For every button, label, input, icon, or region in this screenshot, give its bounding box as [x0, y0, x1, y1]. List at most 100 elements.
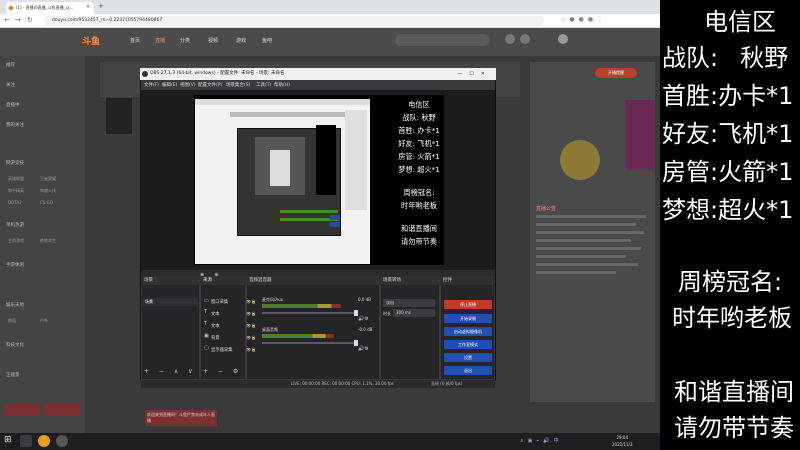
- sidebar-button[interactable]: [4, 404, 40, 416]
- visibility-eye-icon[interactable]: 👁🔒: [246, 347, 256, 352]
- source-item[interactable]: 显示器采集: [211, 347, 232, 353]
- nav-live[interactable]: 直播: [155, 37, 165, 44]
- sidebar-item-netgame[interactable]: 网游竞技: [6, 160, 24, 166]
- source-item[interactable]: 文本: [211, 311, 220, 317]
- sidebar-cell[interactable]: 户外: [40, 318, 48, 324]
- sidebar-item-single[interactable]: 单机热游: [6, 222, 24, 228]
- row-label: 梦想:: [662, 196, 719, 224]
- sidebar-cell[interactable]: 和平精英: [8, 188, 24, 194]
- sidebar-item-entertainment[interactable]: 娱乐天地: [6, 302, 24, 308]
- history-icon[interactable]: [505, 34, 515, 44]
- address-bar[interactable]: douyu.com/9532457_rn=0.22371055794480867: [44, 16, 544, 26]
- source-item[interactable]: 窗口采集: [211, 299, 228, 305]
- sidebar-cell[interactable]: 王者荣耀: [40, 176, 56, 182]
- volume-slider[interactable]: [262, 342, 358, 344]
- forward-arrow-icon[interactable]: →: [15, 16, 21, 24]
- nested-audio-meter: [280, 210, 338, 213]
- windows-start-icon[interactable]: ⊞: [4, 435, 12, 445]
- sidebar-item-positive[interactable]: 正能量: [6, 372, 20, 378]
- canvas-line: 请勿带节奏: [401, 237, 437, 246]
- transitions-dock: [380, 276, 440, 380]
- obs-status-bar: LIVE: 00:00:00 REC: 00:00:00 CPU: 1.1%, …: [141, 380, 495, 388]
- sidebar-item-recommend[interactable]: 推荐: [6, 62, 15, 68]
- menu-edit[interactable]: 编辑(E): [162, 82, 177, 88]
- mixer-channel-value: 0.0 dB: [358, 297, 371, 302]
- menu-tools[interactable]: 工具(T): [256, 82, 271, 88]
- visibility-eye-icon[interactable]: 👁🔒: [246, 323, 256, 328]
- new-tab-button[interactable]: +: [98, 2, 104, 10]
- taskbar-clock[interactable]: 29:04 2021/11/3: [612, 434, 633, 448]
- sidebar-item-tech[interactable]: 科技文化: [6, 342, 24, 348]
- visibility-eye-icon[interactable]: 👁🔒: [246, 311, 256, 316]
- nav-category[interactable]: 分类: [180, 37, 190, 44]
- avatar[interactable]: [558, 34, 568, 44]
- settings-button[interactable]: 设置: [444, 353, 492, 362]
- studio-mode-button[interactable]: 工作室模式: [444, 340, 492, 349]
- overlay-row: 梦想:超火*1: [662, 190, 793, 225]
- duration-input[interactable]: 300 ms: [393, 309, 435, 317]
- mixer-mute-icon[interactable]: 🔊⚙: [358, 316, 369, 322]
- streamer-avatar[interactable]: [106, 98, 132, 134]
- chrome-icon[interactable]: [38, 435, 50, 447]
- obs-taskbar-icon[interactable]: [56, 435, 68, 447]
- reload-icon[interactable]: ↻: [27, 16, 33, 24]
- exit-button[interactable]: 退出: [444, 366, 492, 375]
- menu-view[interactable]: 视图(V): [180, 82, 196, 88]
- taskbar-app-icon[interactable]: [20, 435, 32, 447]
- scene-item[interactable]: 场景: [143, 298, 198, 306]
- weekly-name: 时年哟老板: [672, 304, 792, 332]
- browser-tab[interactable]: (1) - 直播间直播_斗鱼直播_从...: [6, 2, 94, 14]
- scene-dock-actions[interactable]: + − ∧ ∨: [144, 368, 197, 375]
- obs-title: OBS 27.1.3 (64-bit, windows) - 配置文件: 未命名…: [150, 71, 285, 76]
- site-search-input[interactable]: [395, 34, 490, 46]
- transition-select[interactable]: 淡出: [383, 299, 435, 307]
- sidebar-item-my-follow[interactable]: 我的关注: [6, 122, 24, 128]
- sidebar-item-mobile[interactable]: 手游休闲: [6, 262, 24, 268]
- browser-extension-icons[interactable]: ☆●●●⋮: [560, 16, 607, 23]
- sidebar-item-follow[interactable]: 关注: [6, 82, 15, 88]
- nav-fishbar[interactable]: 鱼吧: [262, 37, 272, 44]
- stop-streaming-button[interactable]: 停止直播: [444, 300, 492, 309]
- menu-help[interactable]: 帮助(H): [274, 82, 290, 88]
- source-item[interactable]: 背景: [211, 335, 220, 341]
- promo-banner[interactable]: [625, 100, 655, 170]
- sidebar-cell[interactable]: 颜值: [8, 318, 16, 324]
- sidebar-cell[interactable]: 绝地求生: [40, 238, 56, 244]
- menu-scene-collection[interactable]: 场景集合(S): [226, 82, 250, 88]
- sidebar-cell[interactable]: 英雄联盟: [8, 176, 24, 182]
- start-recording-button[interactable]: 开始录制: [444, 314, 492, 323]
- site-logo[interactable]: 斗鱼: [82, 34, 100, 47]
- nav-video[interactable]: 视频: [208, 37, 218, 44]
- sidebar-cell[interactable]: 主机游戏: [8, 238, 24, 244]
- row-value: 超火*1: [718, 196, 794, 224]
- image-icon: ▣: [204, 333, 209, 339]
- tab-close-icon[interactable]: ✕: [86, 4, 90, 10]
- sidebar-cell[interactable]: 穿越火线: [40, 188, 56, 194]
- obs-window-controls[interactable]: —☐✕: [457, 68, 492, 80]
- sources-dock-header: 来源: [200, 276, 246, 285]
- menu-profile[interactable]: 配置文件(P): [198, 82, 222, 88]
- system-tray-icons[interactable]: ∧▣⌁🔊中: [520, 437, 563, 444]
- canvas-line: 首胜: 办卡*1: [398, 126, 440, 135]
- sidebar-cell[interactable]: CS:GO: [40, 200, 53, 205]
- remind-button[interactable]: 开播提醒: [595, 68, 637, 78]
- text-icon: T: [204, 321, 208, 327]
- sidebar-button[interactable]: [44, 404, 80, 416]
- sidebar-item-live[interactable]: 直播中: [6, 102, 20, 108]
- virtual-camera-button[interactable]: 启动虚拟摄像机: [444, 327, 492, 336]
- nav-game[interactable]: 游戏: [236, 37, 246, 44]
- visibility-eye-icon[interactable]: 👁🔒: [246, 299, 256, 304]
- volume-slider[interactable]: [262, 312, 358, 314]
- back-arrow-icon[interactable]: ←: [4, 16, 10, 24]
- mixer-mute-icon[interactable]: 🔊⚙: [358, 346, 369, 352]
- text-line: [536, 247, 641, 250]
- message-icon[interactable]: [520, 34, 530, 44]
- visibility-eye-icon[interactable]: 👁🔒: [246, 335, 256, 340]
- menu-file[interactable]: 文件(F): [144, 82, 159, 88]
- sidebar-cell[interactable]: DOTA2: [8, 200, 22, 205]
- text-line: [536, 215, 646, 218]
- row-label: 战队:: [662, 44, 719, 72]
- nav-home[interactable]: 首页: [130, 37, 140, 44]
- source-item[interactable]: 文本: [211, 323, 220, 329]
- text-line: [536, 255, 626, 258]
